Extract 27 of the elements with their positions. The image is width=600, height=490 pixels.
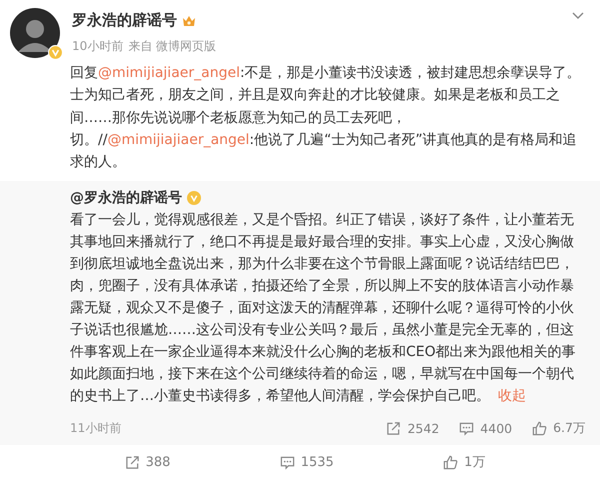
thumbs-up-icon[interactable] [443, 454, 458, 470]
action-count: 1535 [300, 454, 334, 470]
comment-icon[interactable] [280, 454, 295, 470]
verified-icon [187, 191, 201, 206]
post-text: 回复@mimijiajiaer_angel:不是，那是小董读书没读透，被封建思想余孽误导了。士为知己者死，朋友之间，并且是双向奔赴的才比较健康。如果是老板和员工之间……那你先说说哪个老板愿意为知己的员工去死吧，切。//@mimijiajiaer_angel:他说了几遍“士为知己者死”讲真他真的是有格局和追求的人。 [70, 64, 582, 172]
comment-icon[interactable] [459, 420, 474, 436]
stat-count: 4400 [480, 420, 512, 436]
repost-author[interactable]: @罗永浩的辟谣号 [70, 189, 182, 208]
share-icon[interactable] [386, 420, 402, 436]
crown-icon [182, 14, 196, 28]
repost-time: 11小时前 [70, 420, 122, 437]
avatar[interactable] [10, 8, 60, 58]
author-name[interactable]: 罗永浩的辟谣号 [72, 11, 177, 30]
post-source: 来自 微博网页版 [128, 38, 216, 55]
chevron-down-icon[interactable] [572, 12, 584, 20]
share-icon[interactable] [124, 454, 140, 470]
stat-count: 2542 [407, 420, 440, 436]
action-count: 1万 [464, 454, 486, 472]
action-count: 388 [146, 454, 170, 470]
stat-count: 6.7万 [553, 420, 586, 437]
post-time: 10小时前 [72, 38, 124, 55]
mention-link[interactable]: @mimijiajiaer_angel [98, 65, 240, 81]
mention-link[interactable]: @mimijiajiaer_angel [107, 132, 250, 148]
collapse-link[interactable]: 收起 [498, 388, 526, 404]
verified-icon [48, 45, 63, 60]
thumbs-up-icon[interactable] [532, 420, 548, 436]
repost-text: 看了一会儿，觉得观感很差，又是个昏招。纠正了错误，谈好了条件，让小董若无其事地回来播就行了，绝口不再提是最好最合理的安排。事实上心虚，又没心胸做到彻底坦诚地全盘说出来，那为什么非要在这个节骨眼上露面呢？说话结结巴巴，肉，兜圈子，没有具体承诺，拍摄还给了全景，所以脚上不安的肢体语言小动作暴露无疑，观众又不是傻子，面对这泼天的清醒弹幕，还聊什么呢？逼得可怜的小伙子说话也很尴尬……这公司没有专业公关吗？最后，虽然小董是完全无辜的，但这件事客观上在一家企业逼得本来就没什么心胸的老板和CEO都出来为跟他相关的事如此颜面扫地，接下来在这个公司继续待着的命运，嗯，早就写在中国每一个朝代的史书上了…小董史书读得多，希望他人间清醒，学会保护自己吧。 收起 [70, 211, 577, 406]
